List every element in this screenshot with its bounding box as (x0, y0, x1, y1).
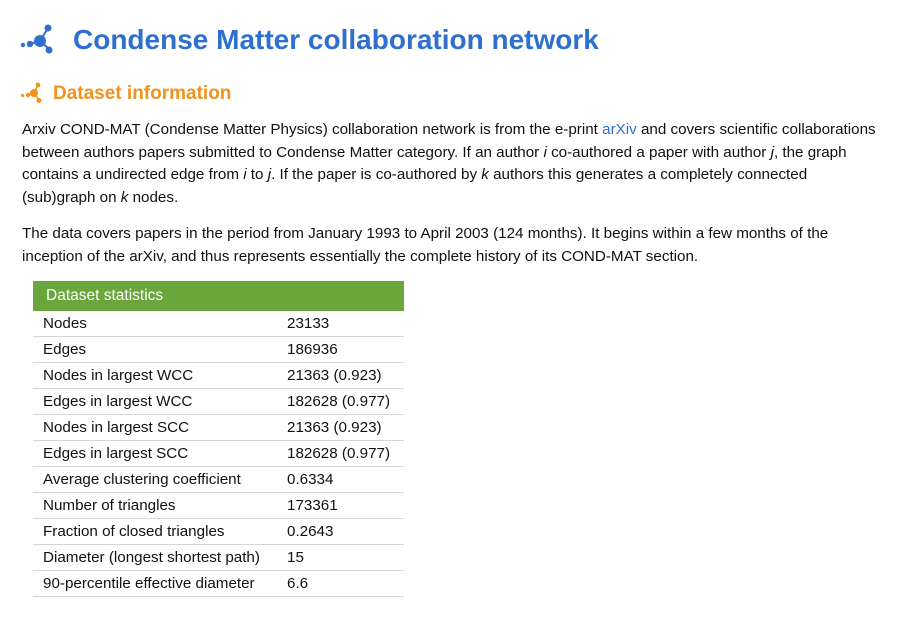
stats-row: Edges 186936 (33, 337, 404, 363)
stats-row: Edges in largest SCC 182628 (0.977) (33, 441, 404, 467)
stats-row: Nodes 23133 (33, 311, 404, 337)
stats-label: Average clustering coefficient (43, 471, 241, 488)
stats-label: 90-percentile effective diameter (43, 575, 255, 592)
section-title: Dataset information (53, 82, 232, 104)
stats-label: Fraction of closed triangles (43, 523, 225, 540)
stats-value: 21363 (0.923) (287, 367, 382, 384)
stats-label: Nodes in largest WCC (43, 367, 194, 384)
stats-row: Diameter (longest shortest path) 15 (33, 545, 404, 571)
stats-row: Edges in largest WCC 182628 (0.977) (33, 389, 404, 415)
stats-row: Number of triangles 173361 (33, 493, 404, 519)
page-header: Condense Matter collaboration network (20, 18, 599, 62)
arxiv-link[interactable]: arXiv (602, 121, 637, 138)
variable-k: k (481, 166, 489, 183)
stats-label: Nodes (43, 315, 87, 332)
stats-label: Edges in largest WCC (43, 393, 193, 410)
stats-value: 0.6334 (287, 471, 334, 488)
stats-label: Diameter (longest shortest path) (43, 549, 260, 566)
stats-value: 186936 (287, 341, 338, 358)
stats-row: Fraction of closed triangles 0.2643 (33, 519, 404, 545)
stats-value: 6.6 (287, 575, 309, 592)
period-paragraph: The data covers papers in the period fro… (22, 225, 829, 265)
stats-value: 15 (287, 549, 304, 566)
stats-value: 182628 (0.977) (287, 445, 391, 462)
network-nodes-icon (20, 24, 53, 54)
stats-value: 21363 (0.923) (287, 419, 382, 436)
description-text: co-authored a paper with author (546, 143, 771, 161)
stats-label: Edges (43, 341, 87, 358)
dataset-statistics-table: Dataset statistics Nodes 23133 Edges 186… (33, 281, 404, 597)
stats-row: 90-percentile effective diameter 6.6 (33, 571, 404, 597)
page-title: Condense Matter collaboration network (73, 24, 599, 55)
stats-value: 0.2643 (287, 523, 334, 540)
stats-row: Average clustering coefficient 0.6334 (33, 467, 404, 493)
stats-label: Number of triangles (43, 497, 176, 514)
description-paragraph: Arxiv COND-MAT (Condense Matter Physics)… (22, 119, 882, 209)
description-text: nodes. (128, 188, 179, 206)
description-text: Arxiv COND-MAT (Condense Matter Physics)… (22, 121, 603, 138)
stats-label: Edges in largest SCC (43, 445, 189, 462)
stats-table-header: Dataset statistics (33, 281, 404, 311)
stats-value: 173361 (287, 497, 338, 514)
stats-row: Nodes in largest SCC 21363 (0.923) (33, 415, 404, 441)
description-text: . If the paper is co-authored by (271, 166, 482, 183)
description-text: to (246, 166, 268, 183)
page: Condense Matter collaboration network Da… (0, 0, 914, 634)
stats-label: Nodes in largest SCC (43, 419, 190, 436)
stats-value: 182628 (0.977) (287, 393, 391, 410)
stats-row: Nodes in largest WCC 21363 (0.923) (33, 363, 404, 389)
section-header: Dataset information (20, 80, 231, 106)
stats-value: 23133 (287, 315, 330, 332)
network-nodes-icon (20, 82, 42, 103)
